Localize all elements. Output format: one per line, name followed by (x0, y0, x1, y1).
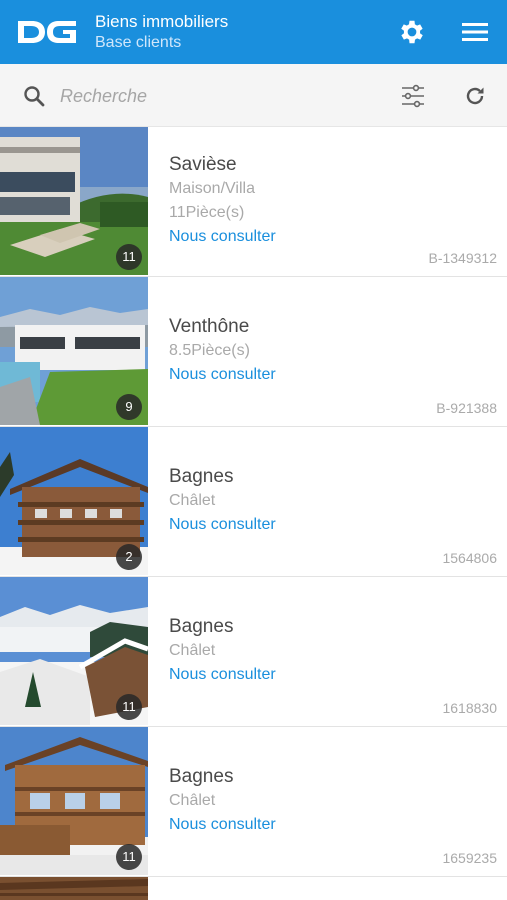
search-input[interactable] (60, 80, 360, 112)
app-title: Biens immobiliers (95, 12, 229, 31)
listing-reference: B-1349312 (428, 250, 497, 266)
listing-city: Bagnes (169, 466, 234, 487)
listing-city: Bagnes (169, 766, 234, 787)
listing-price-link[interactable]: Nous consulter (169, 363, 276, 387)
listing-type: Maison/Villa (169, 180, 255, 197)
listing-city: Venthône (169, 316, 250, 337)
list-item[interactable]: 9 Venthône 8.5Pièce(s) Nous consulter B-… (0, 277, 507, 427)
photo-count-badge: 9 (116, 394, 142, 420)
property-list: 11 Savièse Maison/Villa 11Pièce(s) Nous … (0, 127, 507, 877)
app-subtitle: Base clients (95, 34, 182, 51)
listing-rooms: 8.5Pièce(s) (169, 342, 250, 359)
property-photo[interactable]: 2 (0, 427, 148, 575)
photo-count-badge: 11 (116, 694, 142, 720)
listing-reference: B-921388 (436, 400, 497, 416)
property-photo[interactable]: 11 (0, 727, 148, 875)
listing-reference: 1564806 (442, 550, 497, 566)
listing-price-link[interactable]: Nous consulter (169, 663, 276, 687)
listing-price-link[interactable]: Nous consulter (169, 513, 276, 537)
listing-price-link[interactable]: Nous consulter (169, 813, 276, 837)
hamburger-menu-icon[interactable] (461, 20, 489, 44)
listing-reference: 1618830 (442, 700, 497, 716)
sliders-icon[interactable] (400, 83, 426, 109)
list-item[interactable]: 11 Bagnes Châlet Nous consulter 1659235 (0, 727, 507, 877)
photo-count-badge: 11 (116, 844, 142, 870)
property-photo[interactable]: 11 (0, 127, 148, 275)
list-item[interactable]: 11 Savièse Maison/Villa 11Pièce(s) Nous … (0, 127, 507, 277)
listing-rooms: 11Pièce(s) (169, 204, 245, 221)
listing-city: Savièse (169, 154, 237, 175)
dg-logo (18, 21, 76, 43)
gear-icon[interactable] (397, 17, 427, 47)
list-item[interactable]: 11 Bagnes Châlet Nous consulter 1618830 (0, 577, 507, 727)
listing-type: Châlet (169, 792, 216, 809)
property-photo[interactable]: 11 (0, 577, 148, 725)
listing-city: Bagnes (169, 616, 234, 637)
property-photo[interactable] (0, 877, 148, 900)
search-bar (0, 64, 507, 127)
property-photo[interactable]: 9 (0, 277, 148, 425)
refresh-icon[interactable] (463, 84, 487, 108)
listing-type: Châlet (169, 492, 216, 509)
listing-type: Châlet (169, 642, 216, 659)
photo-count-badge: 11 (116, 244, 142, 270)
app-bar: Biens immobiliers Base clients (0, 0, 507, 64)
search-icon[interactable] (22, 84, 46, 108)
list-item[interactable]: 2 Bagnes Châlet Nous consulter 1564806 (0, 427, 507, 577)
listing-price-link[interactable]: Nous consulter (169, 225, 276, 249)
listing-reference: 1659235 (442, 850, 497, 866)
photo-count-badge: 2 (116, 544, 142, 570)
